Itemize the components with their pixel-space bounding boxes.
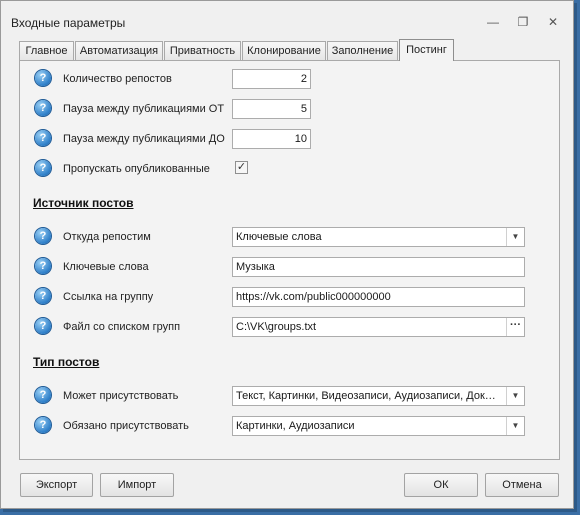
group-link-row: ? Ссылка на группу https://vk.com/public… [20,287,559,307]
keywords-label: Ключевые слова [63,261,149,273]
tab-main[interactable]: Главное [19,41,74,60]
may-contain-value: Текст, Картинки, Видеозаписи, Аудиозапис… [236,390,496,402]
chevron-down-icon[interactable]: ▼ [506,228,524,246]
repost-count-input[interactable]: 2 [232,69,311,89]
help-icon[interactable]: ? [35,288,51,304]
pause-to-label: Пауза между публикациями ДО [63,133,225,145]
post-type-section-title: Тип постов [33,355,100,369]
skip-published-checkbox[interactable]: ✓ [235,161,248,174]
help-icon[interactable]: ? [35,417,51,433]
help-icon[interactable]: ? [35,228,51,244]
help-icon[interactable]: ? [35,130,51,146]
repost-count-label: Количество репостов [63,73,172,85]
skip-published-row: ? Пропускать опубликованные ✓ [20,159,559,179]
groups-file-input[interactable]: C:\VK\groups.txt ··· [232,317,525,337]
repost-from-select[interactable]: Ключевые слова ▼ [232,227,525,247]
repost-from-value: Ключевые слова [236,231,322,243]
pause-from-label: Пауза между публикациями ОТ [63,103,225,115]
must-contain-value: Картинки, Аудиозаписи [236,420,355,432]
browse-button[interactable]: ··· [506,318,524,336]
keywords-row: ? Ключевые слова Музыка [20,257,559,277]
repost-from-label: Откуда репостим [63,231,151,243]
may-contain-label: Может присутствовать [63,390,179,402]
source-section-title: Источник постов [33,196,134,210]
window-title: Входные параметры [11,16,126,30]
ok-button[interactable]: ОК [404,473,478,497]
help-icon[interactable]: ? [35,70,51,86]
minimize-icon[interactable]: — [483,14,503,30]
groups-file-label: Файл со списком групп [63,321,181,333]
skip-published-label: Пропускать опубликованные [63,163,210,175]
help-icon[interactable]: ? [35,258,51,274]
input-parameters-dialog: Входные параметры — ❐ ✕ Главное Автомати… [0,0,574,509]
chevron-down-icon[interactable]: ▼ [506,387,524,405]
pause-to-input[interactable]: 10 [232,129,311,149]
must-contain-row: ? Обязано присутствовать Картинки, Аудио… [20,416,559,436]
repost-from-row: ? Откуда репостим Ключевые слова ▼ [20,227,559,247]
help-icon[interactable]: ? [35,387,51,403]
may-contain-select[interactable]: Текст, Картинки, Видеозаписи, Аудиозапис… [232,386,525,406]
tab-privacy[interactable]: Приватность [164,41,241,60]
tab-filling[interactable]: Заполнение [327,41,398,60]
posting-panel: ? Количество репостов 2 ? Пауза между пу… [19,60,560,460]
pause-from-row: ? Пауза между публикациями ОТ 5 [20,99,559,119]
tab-cloning[interactable]: Клонирование [242,41,326,60]
export-button[interactable]: Экспорт [20,473,93,497]
pause-to-row: ? Пауза между публикациями ДО 10 [20,129,559,149]
may-contain-row: ? Может присутствовать Текст, Картинки, … [20,386,559,406]
help-icon[interactable]: ? [35,160,51,176]
groups-file-row: ? Файл со списком групп C:\VK\groups.txt… [20,317,559,337]
chevron-down-icon[interactable]: ▼ [506,417,524,435]
restore-icon[interactable]: ❐ [513,14,533,30]
cancel-button[interactable]: Отмена [485,473,559,497]
keywords-input[interactable]: Музыка [232,257,525,277]
groups-file-value: C:\VK\groups.txt [236,321,317,333]
title-bar: Входные параметры — ❐ ✕ [1,1,573,33]
group-link-input[interactable]: https://vk.com/public000000000 [232,287,525,307]
group-link-label: Ссылка на группу [63,291,154,303]
help-icon[interactable]: ? [35,100,51,116]
tab-automation[interactable]: Автоматизация [75,41,163,60]
pause-from-input[interactable]: 5 [232,99,311,119]
help-icon[interactable]: ? [35,318,51,334]
must-contain-select[interactable]: Картинки, Аудиозаписи ▼ [232,416,525,436]
import-button[interactable]: Импорт [100,473,174,497]
repost-count-row: ? Количество репостов 2 [20,69,559,89]
close-icon[interactable]: ✕ [543,14,563,30]
must-contain-label: Обязано присутствовать [63,420,189,432]
tab-posting[interactable]: Постинг [399,39,454,61]
